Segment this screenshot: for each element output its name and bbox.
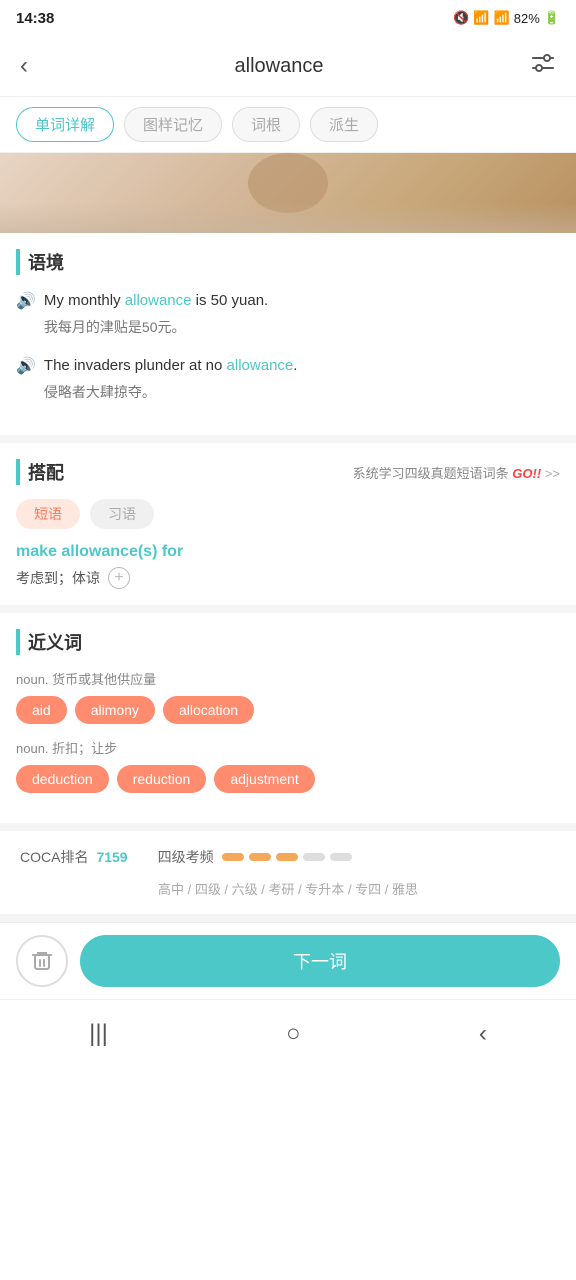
delete-button[interactable]	[16, 935, 68, 987]
nav-bar: ||| ○ ‹	[0, 999, 576, 1068]
phrase-type-tabs: 短语 习语	[16, 499, 560, 529]
context-title: 语境	[16, 249, 560, 275]
stats-row: COCA排名 7159 四级考频	[20, 847, 556, 867]
collocation-link[interactable]: 系统学习四级真题短语词条 GO!! >>	[353, 463, 560, 482]
synonym-label-1: noun. 货币或其他供应量	[16, 669, 560, 688]
sentence-zh-1: 我每月的津贴是50元。	[44, 317, 268, 338]
synonym-group-2: noun. 折扣；让步 deduction reduction adjustme…	[16, 738, 560, 793]
tab-derived[interactable]: 派生	[310, 107, 378, 142]
levels-row: 高中 / 四级 / 六级 / 考研 / 专升本 / 专四 / 雅思	[20, 879, 556, 898]
collocation-section: 搭配 系统学习四级真题短语词条 GO!! >> 短语 习语 make allow…	[0, 443, 576, 613]
bottom-bar: 下一词	[0, 922, 576, 999]
mute-icon: 🔇	[453, 10, 469, 26]
add-button[interactable]: +	[108, 567, 130, 589]
stats-section: COCA排名 7159 四级考频 高中 / 四级 / 六级 / 考研 / 专升本…	[0, 831, 576, 922]
status-time: 14:38	[16, 10, 54, 27]
image-overlay	[0, 203, 576, 233]
synonym-tags-2: deduction reduction adjustment	[16, 765, 560, 793]
freq-dot-4	[303, 853, 325, 861]
collocation-title: 搭配	[16, 459, 64, 485]
signal-icon: 📶	[494, 10, 510, 26]
sentence-en-2: The invaders plunder at no allowance.	[44, 354, 298, 378]
sentence-en-1: My monthly allowance is 50 yuan.	[44, 289, 268, 313]
nav-home-button[interactable]: ○	[266, 1014, 321, 1054]
coca-rank: COCA排名 7159	[20, 847, 128, 867]
type-tab-phrase[interactable]: 短语	[16, 499, 80, 529]
tab-detail[interactable]: 单词详解	[16, 107, 114, 142]
syn-tag-reduction[interactable]: reduction	[117, 765, 207, 793]
back-button[interactable]: ‹	[16, 48, 32, 84]
syn-tag-aid[interactable]: aid	[16, 696, 67, 724]
tab-image[interactable]: 图样记忆	[124, 107, 222, 142]
sentence-zh-2: 侵略者大肆掠夺。	[44, 382, 298, 403]
speaker-icon-1[interactable]: 🔊	[16, 291, 36, 311]
synonym-label-2: noun. 折扣；让步	[16, 738, 560, 757]
syn-tag-alimony[interactable]: alimony	[75, 696, 155, 724]
tab-bar: 单词详解 图样记忆 词根 派生	[0, 97, 576, 153]
syn-tag-deduction[interactable]: deduction	[16, 765, 109, 793]
nav-back-button[interactable]: ‹	[459, 1014, 507, 1054]
freq-dot-3	[276, 853, 298, 861]
freq-dots	[222, 853, 352, 861]
context-section: 语境 🔊 My monthly allowance is 50 yuan. 我每…	[0, 233, 576, 443]
collocation-meaning: 考虑到；体谅 +	[16, 567, 560, 589]
filter-button[interactable]	[526, 46, 560, 86]
speaker-icon-2[interactable]: 🔊	[16, 356, 36, 376]
synonym-group-1: noun. 货币或其他供应量 aid alimony allocation	[16, 669, 560, 724]
status-bar: 14:38 🔇 📶 📶 82% 🔋	[0, 0, 576, 36]
wifi-icon: 📶	[473, 10, 489, 26]
tab-root[interactable]: 词根	[232, 107, 300, 142]
freq-item: 四级考频	[158, 847, 352, 867]
synonym-tags-1: aid alimony allocation	[16, 696, 560, 724]
page-title: allowance	[235, 55, 324, 78]
sentence-item-1: 🔊 My monthly allowance is 50 yuan. 我每月的津…	[16, 289, 560, 338]
word-image	[0, 153, 576, 233]
synonyms-section: 近义词 noun. 货币或其他供应量 aid alimony allocatio…	[0, 613, 576, 831]
collocation-header: 搭配 系统学习四级真题短语词条 GO!! >>	[16, 459, 560, 485]
freq-dot-2	[249, 853, 271, 861]
status-icons: 🔇 📶 📶 82% 🔋	[453, 10, 560, 26]
battery-label: 82%	[514, 11, 540, 26]
syn-tag-allocation[interactable]: allocation	[163, 696, 254, 724]
coca-value: 7159	[96, 849, 127, 865]
syn-tag-adjustment[interactable]: adjustment	[214, 765, 314, 793]
arrow-icon: >>	[545, 466, 560, 481]
nav-menu-button[interactable]: |||	[69, 1014, 128, 1054]
collocation-phrase[interactable]: make allowance(s) for	[16, 543, 560, 561]
freq-dot-1	[222, 853, 244, 861]
freq-dot-5	[330, 853, 352, 861]
next-word-button[interactable]: 下一词	[80, 935, 560, 987]
type-tab-idiom[interactable]: 习语	[90, 499, 154, 529]
sentence-item-2: 🔊 The invaders plunder at no allowance. …	[16, 354, 560, 403]
synonyms-title: 近义词	[16, 629, 560, 655]
header: ‹ allowance	[0, 36, 576, 97]
battery-icon: 🔋	[544, 10, 560, 26]
